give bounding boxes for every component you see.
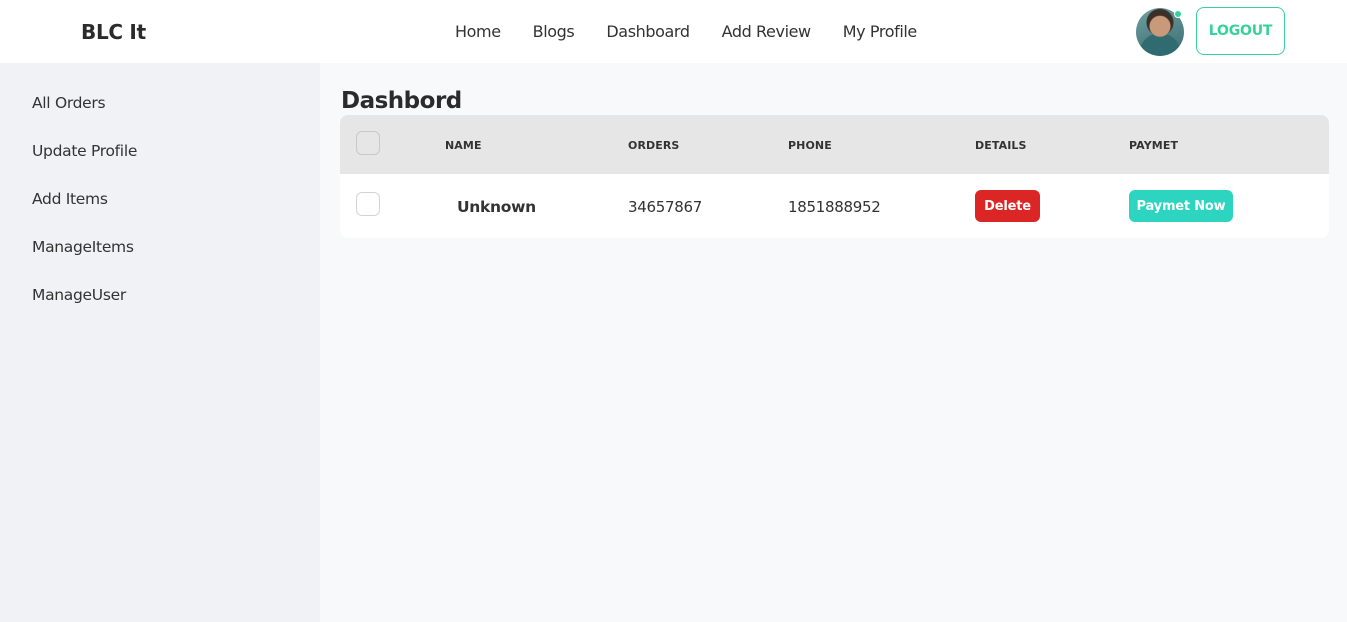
cell-name: Unknown xyxy=(457,198,536,216)
nav-link-my-profile[interactable]: My Profile xyxy=(827,14,933,49)
column-header-details: DETAILS xyxy=(975,139,1027,152)
user-avatar[interactable] xyxy=(1136,8,1184,56)
nav-links: Home Blogs Dashboard Add Review My Profi… xyxy=(439,0,933,63)
top-navbar: BLC It Home Blogs Dashboard Add Review M… xyxy=(0,0,1347,63)
nav-link-add-review[interactable]: Add Review xyxy=(706,14,827,49)
sidebar-item-manage-items[interactable]: ManageItems xyxy=(32,238,134,256)
logout-button[interactable]: LOGOUT xyxy=(1196,7,1285,55)
brand-logo[interactable]: BLC It xyxy=(81,20,146,44)
column-header-name: NAME xyxy=(445,139,482,152)
select-all-checkbox[interactable] xyxy=(356,131,380,155)
sidebar: All Orders Update Profile Add Items Mana… xyxy=(0,63,320,622)
row-select-checkbox[interactable] xyxy=(356,192,380,216)
delete-button[interactable]: Delete xyxy=(975,190,1040,222)
orders-table: NAME ORDERS PHONE DETAILS PAYMET Unknown… xyxy=(340,115,1329,238)
column-header-orders: ORDERS xyxy=(628,139,680,152)
page-title: Dashbord xyxy=(341,88,462,114)
column-header-phone: PHONE xyxy=(788,139,832,152)
sidebar-item-manage-user[interactable]: ManageUser xyxy=(32,286,126,304)
column-header-payment: PAYMET xyxy=(1129,139,1179,152)
sidebar-item-update-profile[interactable]: Update Profile xyxy=(32,142,137,160)
nav-link-blogs[interactable]: Blogs xyxy=(517,14,591,49)
sidebar-item-add-items[interactable]: Add Items xyxy=(32,190,108,208)
cell-phone: 1851888952 xyxy=(788,198,881,216)
cell-orders: 34657867 xyxy=(628,198,702,216)
table-header: NAME ORDERS PHONE DETAILS PAYMET xyxy=(340,115,1329,174)
pay-now-button[interactable]: Paymet Now xyxy=(1129,190,1233,222)
nav-link-home[interactable]: Home xyxy=(439,14,517,49)
sidebar-item-all-orders[interactable]: All Orders xyxy=(32,94,106,112)
nav-link-dashboard[interactable]: Dashboard xyxy=(590,14,705,49)
online-status-indicator xyxy=(1174,10,1182,18)
main-content: Dashbord NAME ORDERS PHONE DETAILS PAYME… xyxy=(320,63,1347,622)
